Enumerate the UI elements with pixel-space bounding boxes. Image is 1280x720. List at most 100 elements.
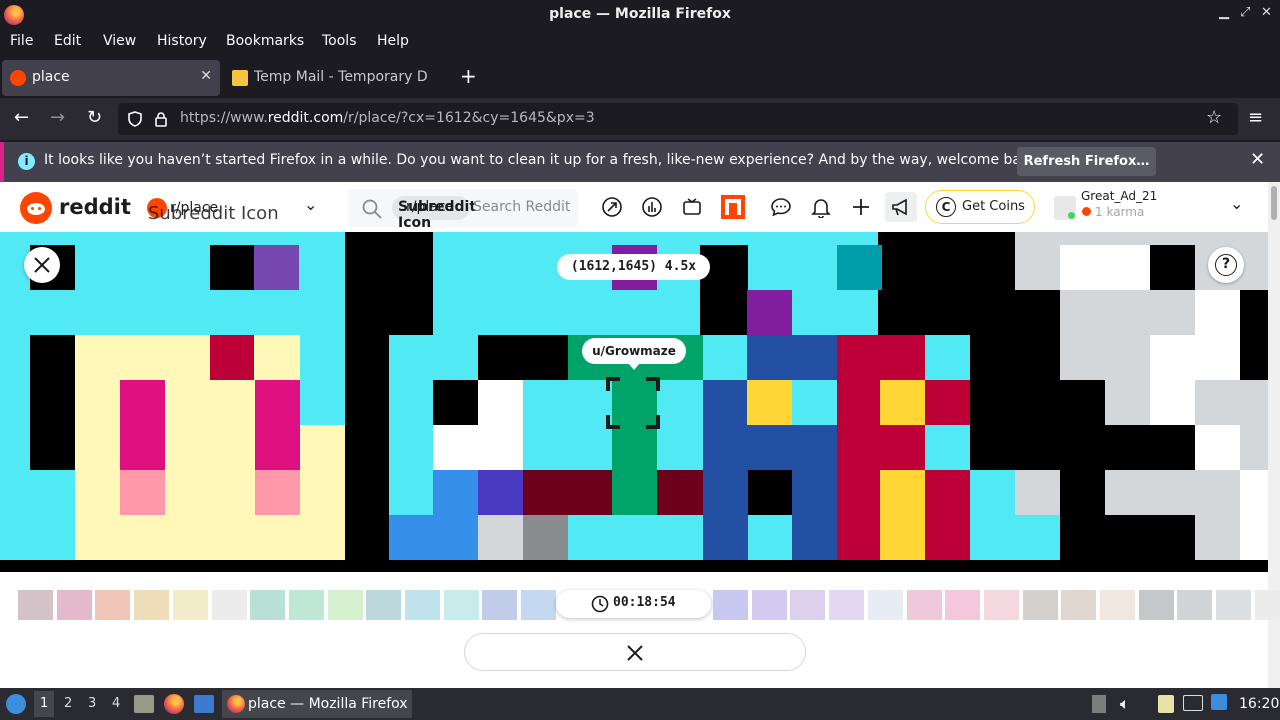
menu-tools[interactable]: Tools [322, 33, 357, 49]
karma-icon [1082, 207, 1091, 216]
online-status-icon [1068, 212, 1075, 219]
palette-swatch[interactable] [288, 590, 324, 620]
palette-swatch[interactable] [751, 590, 787, 620]
tab-place[interactable]: place ✕ [2, 60, 220, 96]
advertise-button[interactable] [885, 192, 917, 222]
close-window-icon[interactable]: ✕ [1261, 5, 1272, 20]
timer-value: 00:18:54 [613, 595, 676, 610]
close-tab-icon[interactable]: ✕ [200, 68, 212, 84]
hamburger-menu-icon[interactable]: ≡ [1248, 107, 1263, 128]
palette-swatch[interactable] [867, 590, 903, 620]
place-icon[interactable] [721, 195, 745, 219]
palette-swatch[interactable] [366, 590, 402, 620]
menu-bookmarks[interactable]: Bookmarks [226, 33, 304, 49]
palette-swatch[interactable] [405, 590, 440, 620]
palette-swatch[interactable] [790, 590, 826, 620]
firefox-launcher-icon[interactable] [164, 694, 184, 714]
bell-icon[interactable] [810, 196, 832, 218]
tray-updates-icon[interactable] [1092, 695, 1106, 713]
shield-icon[interactable] [128, 111, 142, 127]
url-text[interactable]: https://www.reddit.com/r/place/?cx=1612&… [180, 110, 595, 126]
taskbar-window-label: place — Mozilla Firefox [248, 696, 408, 712]
clipboard-icon[interactable] [1158, 695, 1174, 713]
palette-swatch[interactable] [1254, 590, 1280, 620]
reddit-header: reddit r/place Subreddit Icon ⌄ r/place … [0, 182, 1268, 232]
palette-swatch[interactable] [906, 590, 942, 620]
palette-swatch[interactable] [327, 590, 363, 620]
user-menu[interactable]: Great_Ad_21 1 karma ⌄ [1050, 189, 1260, 224]
palette-swatch[interactable] [18, 590, 53, 620]
back-icon[interactable]: ← [14, 107, 29, 128]
palette-swatch[interactable] [1061, 590, 1097, 620]
question-icon: ? [1215, 254, 1237, 276]
workspace-1[interactable]: 1 [40, 696, 48, 711]
tab-label: place [32, 69, 70, 85]
palette-swatch[interactable] [95, 590, 131, 620]
url-prefix: https://www. [180, 110, 268, 126]
palette-swatch[interactable] [172, 590, 208, 620]
get-coins-button[interactable]: C Get Coins [925, 190, 1035, 224]
place-canvas[interactable]: ? (1612,1645) 4.5x u/Growmaze [0, 232, 1268, 572]
search-box[interactable]: r/place Subreddit Icon Search Reddit [348, 189, 578, 231]
palette-swatch[interactable] [211, 590, 247, 620]
close-canvas-button[interactable] [24, 247, 60, 283]
subreddit-icon-alt: Subreddit Icon [148, 203, 279, 224]
palette-swatch[interactable] [250, 590, 286, 620]
palette-swatch[interactable] [713, 590, 748, 620]
palette-swatch[interactable] [1177, 590, 1213, 620]
palette-swatch[interactable] [829, 590, 865, 620]
stats-icon[interactable] [641, 196, 663, 218]
workspace-2[interactable]: 2 [64, 696, 72, 711]
palette-swatch[interactable] [134, 590, 170, 620]
plus-icon[interactable] [850, 196, 872, 218]
workspace-4[interactable]: 4 [112, 696, 120, 711]
menu-file[interactable]: File [10, 33, 33, 49]
pixel-owner-tooltip[interactable]: u/Growmaze [582, 338, 686, 364]
terminal-icon[interactable] [194, 695, 214, 713]
network-icon[interactable] [1211, 694, 1227, 710]
close-icon [34, 257, 50, 273]
palette-swatch[interactable] [1216, 590, 1252, 620]
refresh-firefox-button[interactable]: Refresh Firefox… [1017, 147, 1156, 176]
restore-icon[interactable]: ⤢ [1240, 5, 1250, 20]
reddit-wordmark[interactable]: reddit [59, 195, 131, 219]
palette-swatch[interactable] [945, 590, 981, 620]
file-manager-icon[interactable] [134, 695, 154, 713]
lock-icon[interactable] [154, 111, 168, 127]
menu-help[interactable]: Help [377, 33, 409, 49]
palette-swatch[interactable] [56, 590, 92, 620]
reddit-logo-icon[interactable] [20, 192, 52, 224]
url-bar[interactable]: https://www.reddit.com/r/place/?cx=1612&… [118, 103, 1238, 135]
close-icon [627, 645, 643, 661]
palette-swatch[interactable] [983, 590, 1019, 620]
display-icon[interactable] [1183, 695, 1203, 711]
start-menu-icon[interactable] [6, 694, 26, 714]
reddit-favicon-icon [10, 70, 26, 86]
palette-swatch[interactable] [1138, 590, 1174, 620]
palette-swatch[interactable] [482, 590, 518, 620]
minimize-icon[interactable]: ▁ [1219, 5, 1229, 20]
volume-icon[interactable]: 🔈︎ [1120, 694, 1130, 714]
chevron-down-icon[interactable]: ⌄ [304, 195, 317, 214]
scrollbar-thumb[interactable] [1271, 186, 1277, 220]
popular-icon[interactable] [601, 196, 623, 218]
tab-temp-mail[interactable]: Temp Mail - Temporary D [224, 60, 452, 96]
menu-bar: File Edit View History Bookmarks Tools H… [0, 30, 1280, 54]
forward-icon[interactable]: → [50, 107, 65, 128]
workspace-3[interactable]: 3 [88, 696, 96, 711]
bookmark-star-icon[interactable]: ☆ [1206, 107, 1222, 128]
menu-edit[interactable]: Edit [54, 33, 81, 49]
close-notification-icon[interactable]: ✕ [1250, 149, 1265, 170]
menu-history[interactable]: History [157, 33, 207, 49]
menu-view[interactable]: View [103, 33, 136, 49]
reload-icon[interactable]: ↻ [87, 107, 102, 128]
palette-swatch[interactable] [1100, 590, 1135, 620]
cancel-button[interactable] [464, 633, 806, 671]
palette-swatch[interactable] [443, 590, 479, 620]
live-icon[interactable] [681, 196, 703, 218]
palette-swatch[interactable] [1022, 590, 1058, 620]
chat-icon[interactable] [770, 196, 792, 218]
palette-swatch[interactable] [521, 590, 557, 620]
new-tab-icon[interactable]: + [460, 64, 477, 88]
help-button[interactable]: ? [1208, 247, 1244, 283]
